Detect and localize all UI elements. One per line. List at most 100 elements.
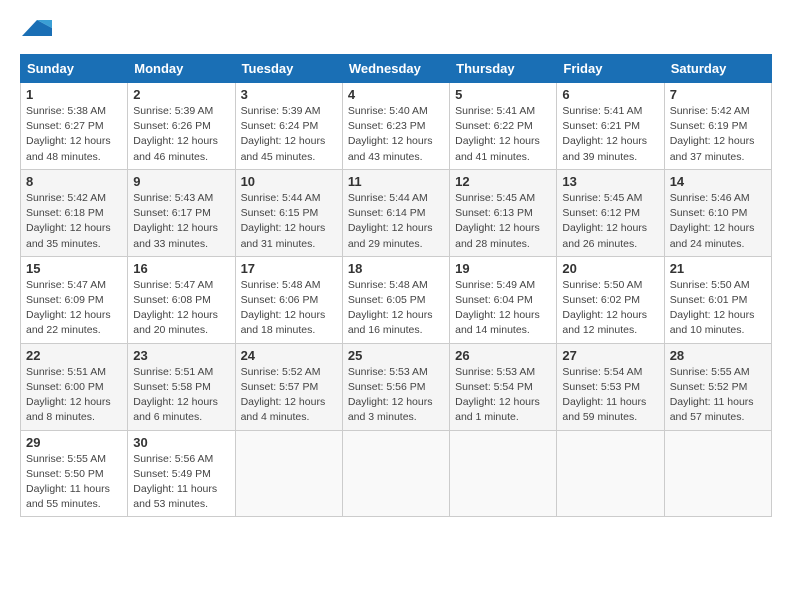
week-row-2: 8Sunrise: 5:42 AM Sunset: 6:18 PM Daylig… xyxy=(21,169,772,256)
day-number: 8 xyxy=(26,174,122,189)
day-number: 20 xyxy=(562,261,658,276)
day-number: 6 xyxy=(562,87,658,102)
day-detail: Sunrise: 5:40 AM Sunset: 6:23 PM Dayligh… xyxy=(348,104,444,165)
day-detail: Sunrise: 5:45 AM Sunset: 6:12 PM Dayligh… xyxy=(562,191,658,252)
week-row-3: 15 Sunrise: 5:47 AM Sunset: 6:09 PM Dayli… xyxy=(21,256,772,343)
day-detail: Sunrise: 5:39 AM Sunset: 6:24 PM Dayligh… xyxy=(241,104,337,165)
day-number: 27 xyxy=(562,348,658,363)
calendar-cell: 17Sunrise: 5:48 AM Sunset: 6:06 PM Dayli… xyxy=(235,256,342,343)
calendar-cell xyxy=(664,430,771,517)
col-header-wednesday: Wednesday xyxy=(342,55,449,83)
day-detail: Sunrise: 5:53 AM Sunset: 5:54 PM Dayligh… xyxy=(455,365,551,426)
day-detail: Sunrise: 5:49 AM Sunset: 6:04 PM Dayligh… xyxy=(455,278,551,339)
week-row-4: 22 Sunrise: 5:51 AM Sunset: 6:00 PM Dayli… xyxy=(21,343,772,430)
calendar-cell: 8Sunrise: 5:42 AM Sunset: 6:18 PM Daylig… xyxy=(21,169,128,256)
col-header-tuesday: Tuesday xyxy=(235,55,342,83)
day-number: 21 xyxy=(670,261,766,276)
day-detail: Sunrise: 5:56 AM Sunset: 5:49 PM Dayligh… xyxy=(133,452,229,513)
day-number: 11 xyxy=(348,174,444,189)
day-detail: Sunrise: 5:54 AM Sunset: 5:53 PM Dayligh… xyxy=(562,365,658,426)
day-detail: Sunrise: 5:44 AM Sunset: 6:14 PM Dayligh… xyxy=(348,191,444,252)
day-detail: Sunrise: 5:46 AM Sunset: 6:10 PM Dayligh… xyxy=(670,191,766,252)
calendar-cell: 15 Sunrise: 5:47 AM Sunset: 6:09 PM Dayli… xyxy=(21,256,128,343)
day-number: 23 xyxy=(133,348,229,363)
day-number: 16 xyxy=(133,261,229,276)
col-header-friday: Friday xyxy=(557,55,664,83)
calendar-cell: 27 Sunrise: 5:54 AM Sunset: 5:53 PM Dayli… xyxy=(557,343,664,430)
day-detail: Sunrise: 5:47 AM Sunset: 6:08 PM Dayligh… xyxy=(133,278,229,339)
calendar-cell: 6 Sunrise: 5:41 AM Sunset: 6:21 PM Daylig… xyxy=(557,83,664,170)
calendar-cell: 23 Sunrise: 5:51 AM Sunset: 5:58 PM Dayli… xyxy=(128,343,235,430)
calendar-cell: 25Sunrise: 5:53 AM Sunset: 5:56 PM Dayli… xyxy=(342,343,449,430)
day-detail: Sunrise: 5:38 AM Sunset: 6:27 PM Dayligh… xyxy=(26,104,122,165)
calendar-cell: 21 Sunrise: 5:50 AM Sunset: 6:01 PM Dayli… xyxy=(664,256,771,343)
calendar-cell: 29Sunrise: 5:55 AM Sunset: 5:50 PM Dayli… xyxy=(21,430,128,517)
day-number: 22 xyxy=(26,348,122,363)
calendar-cell: 19 Sunrise: 5:49 AM Sunset: 6:04 PM Dayli… xyxy=(450,256,557,343)
day-detail: Sunrise: 5:50 AM Sunset: 6:01 PM Dayligh… xyxy=(670,278,766,339)
day-detail: Sunrise: 5:50 AM Sunset: 6:02 PM Dayligh… xyxy=(562,278,658,339)
calendar-cell: 26Sunrise: 5:53 AM Sunset: 5:54 PM Dayli… xyxy=(450,343,557,430)
logo-icon xyxy=(22,18,52,38)
day-number: 5 xyxy=(455,87,551,102)
day-detail: Sunrise: 5:51 AM Sunset: 5:58 PM Dayligh… xyxy=(133,365,229,426)
col-header-sunday: Sunday xyxy=(21,55,128,83)
calendar-cell: 22 Sunrise: 5:51 AM Sunset: 6:00 PM Dayli… xyxy=(21,343,128,430)
calendar-cell: 11 Sunrise: 5:44 AM Sunset: 6:14 PM Dayli… xyxy=(342,169,449,256)
day-number: 24 xyxy=(241,348,337,363)
logo xyxy=(20,20,52,38)
calendar-cell: 7 Sunrise: 5:42 AM Sunset: 6:19 PM Daylig… xyxy=(664,83,771,170)
day-detail: Sunrise: 5:48 AM Sunset: 6:06 PM Dayligh… xyxy=(241,278,337,339)
calendar-cell xyxy=(557,430,664,517)
day-number: 4 xyxy=(348,87,444,102)
day-number: 19 xyxy=(455,261,551,276)
day-detail: Sunrise: 5:45 AM Sunset: 6:13 PM Dayligh… xyxy=(455,191,551,252)
day-number: 28 xyxy=(670,348,766,363)
day-detail: Sunrise: 5:52 AM Sunset: 5:57 PM Dayligh… xyxy=(241,365,337,426)
calendar-cell: 20 Sunrise: 5:50 AM Sunset: 6:02 PM Dayli… xyxy=(557,256,664,343)
day-number: 10 xyxy=(241,174,337,189)
day-number: 1 xyxy=(26,87,122,102)
day-number: 18 xyxy=(348,261,444,276)
calendar-cell xyxy=(235,430,342,517)
calendar-cell: 28 Sunrise: 5:55 AM Sunset: 5:52 PM Dayli… xyxy=(664,343,771,430)
week-row-1: 1 Sunrise: 5:38 AM Sunset: 6:27 PM Daylig… xyxy=(21,83,772,170)
day-detail: Sunrise: 5:47 AM Sunset: 6:09 PM Dayligh… xyxy=(26,278,122,339)
day-detail: Sunrise: 5:48 AM Sunset: 6:05 PM Dayligh… xyxy=(348,278,444,339)
day-number: 13 xyxy=(562,174,658,189)
day-number: 12 xyxy=(455,174,551,189)
day-detail: Sunrise: 5:55 AM Sunset: 5:52 PM Dayligh… xyxy=(670,365,766,426)
day-detail: Sunrise: 5:51 AM Sunset: 6:00 PM Dayligh… xyxy=(26,365,122,426)
calendar-cell xyxy=(342,430,449,517)
day-number: 7 xyxy=(670,87,766,102)
calendar-cell: 14 Sunrise: 5:46 AM Sunset: 6:10 PM Dayli… xyxy=(664,169,771,256)
calendar-cell: 18 Sunrise: 5:48 AM Sunset: 6:05 PM Dayli… xyxy=(342,256,449,343)
calendar-cell: 5Sunrise: 5:41 AM Sunset: 6:22 PM Daylig… xyxy=(450,83,557,170)
calendar-cell: 13 Sunrise: 5:45 AM Sunset: 6:12 PM Dayli… xyxy=(557,169,664,256)
day-detail: Sunrise: 5:41 AM Sunset: 6:21 PM Dayligh… xyxy=(562,104,658,165)
calendar-cell: 10 Sunrise: 5:44 AM Sunset: 6:15 PM Dayli… xyxy=(235,169,342,256)
calendar-cell: 3 Sunrise: 5:39 AM Sunset: 6:24 PM Daylig… xyxy=(235,83,342,170)
day-detail: Sunrise: 5:44 AM Sunset: 6:15 PM Dayligh… xyxy=(241,191,337,252)
calendar-cell: 12 Sunrise: 5:45 AM Sunset: 6:13 PM Dayli… xyxy=(450,169,557,256)
day-detail: Sunrise: 5:39 AM Sunset: 6:26 PM Dayligh… xyxy=(133,104,229,165)
calendar-cell: 2Sunrise: 5:39 AM Sunset: 6:26 PM Daylig… xyxy=(128,83,235,170)
calendar-cell: 30 Sunrise: 5:56 AM Sunset: 5:49 PM Dayli… xyxy=(128,430,235,517)
day-number: 30 xyxy=(133,435,229,450)
day-detail: Sunrise: 5:55 AM Sunset: 5:50 PM Dayligh… xyxy=(26,452,122,513)
calendar-cell xyxy=(450,430,557,517)
day-detail: Sunrise: 5:42 AM Sunset: 6:19 PM Dayligh… xyxy=(670,104,766,165)
day-number: 14 xyxy=(670,174,766,189)
col-header-monday: Monday xyxy=(128,55,235,83)
day-detail: Sunrise: 5:53 AM Sunset: 5:56 PM Dayligh… xyxy=(348,365,444,426)
day-number: 15 xyxy=(26,261,122,276)
calendar-cell: 24 Sunrise: 5:52 AM Sunset: 5:57 PM Dayli… xyxy=(235,343,342,430)
col-header-saturday: Saturday xyxy=(664,55,771,83)
page-header xyxy=(20,20,772,38)
day-number: 9 xyxy=(133,174,229,189)
calendar-cell: 16 Sunrise: 5:47 AM Sunset: 6:08 PM Dayli… xyxy=(128,256,235,343)
calendar-cell: 9 Sunrise: 5:43 AM Sunset: 6:17 PM Daylig… xyxy=(128,169,235,256)
week-row-5: 29Sunrise: 5:55 AM Sunset: 5:50 PM Dayli… xyxy=(21,430,772,517)
day-number: 3 xyxy=(241,87,337,102)
day-detail: Sunrise: 5:43 AM Sunset: 6:17 PM Dayligh… xyxy=(133,191,229,252)
